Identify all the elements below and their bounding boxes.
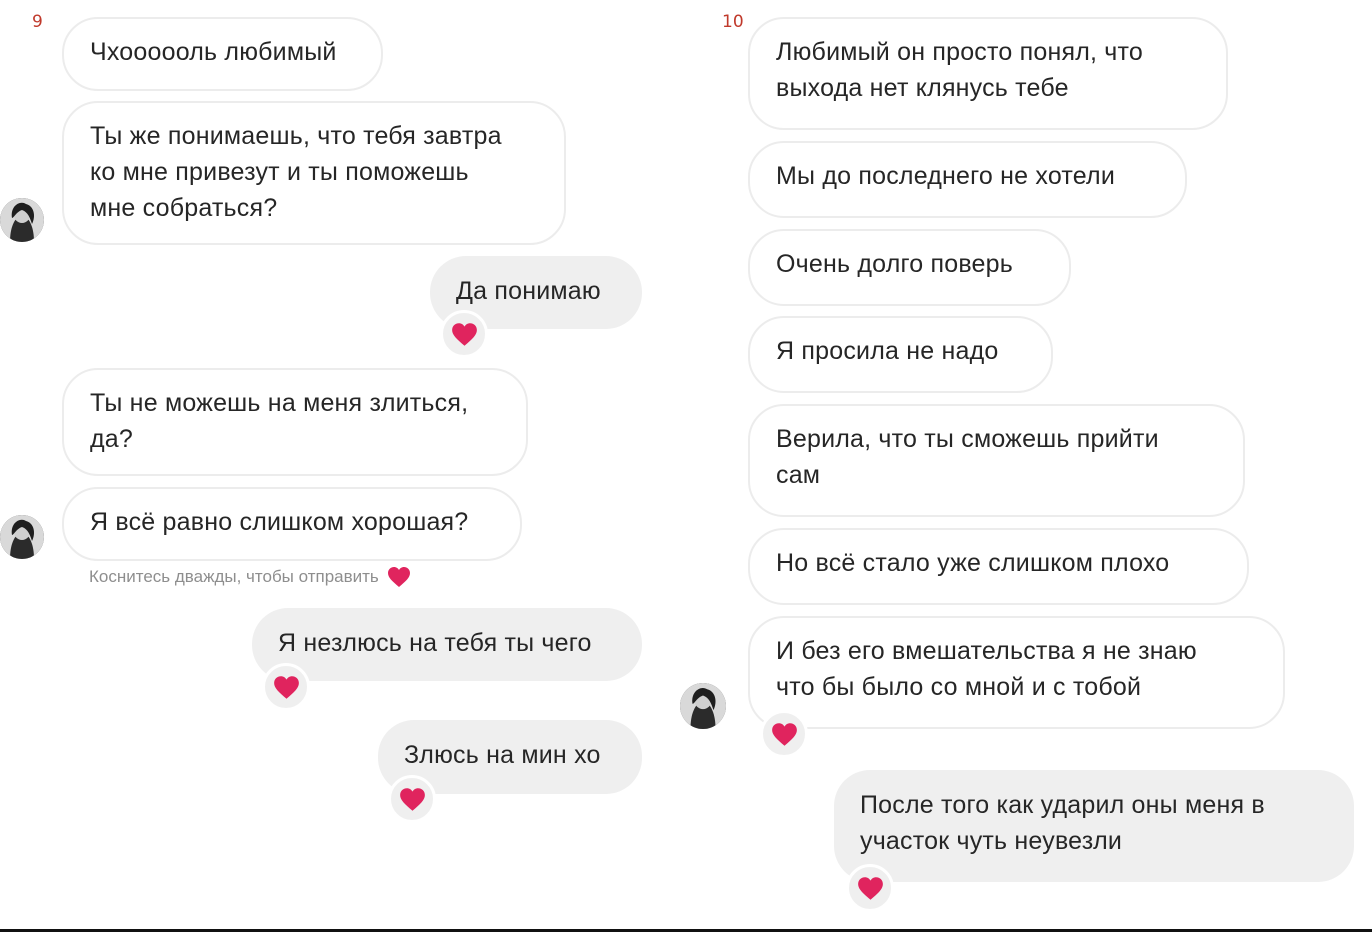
incoming-message[interactable]: Очень долго поверь — [748, 229, 1071, 306]
message-line: что бы было со мной и с тобой — [776, 673, 1142, 701]
message-line: После того как ударил оны меня в — [860, 791, 1265, 819]
message-text: Но всё стало уже слишком плохо — [776, 549, 1170, 577]
heart-icon — [771, 722, 797, 746]
avatar-image — [0, 515, 44, 559]
message-line: выхода нет клянусь тебе — [776, 74, 1069, 102]
reaction-badge[interactable] — [760, 710, 808, 758]
reaction-badge[interactable] — [846, 864, 894, 912]
incoming-message[interactable]: Ты же понимаешь, что тебя завтра ко мне … — [62, 101, 566, 245]
message-line: Верила, что ты сможешь прийти — [776, 425, 1159, 453]
contact-avatar[interactable] — [0, 198, 44, 242]
hint-text: Коснитесь дважды, чтобы отправить — [89, 567, 379, 586]
reaction-badge[interactable] — [262, 663, 310, 711]
avatar-image — [0, 198, 44, 242]
heart-icon — [451, 322, 477, 346]
message-text: Я просила не надо — [776, 337, 999, 365]
outgoing-message[interactable]: Я незлюсь на тебя ты чего — [252, 608, 642, 681]
avatar-image — [680, 683, 726, 729]
heart-icon — [273, 675, 299, 699]
message-text: Очень долго поверь — [776, 250, 1013, 278]
message-text: Да понимаю — [456, 277, 601, 305]
message-text: Чхоооооль любимый — [90, 38, 337, 66]
message-line: Любимый он просто понял, что — [776, 38, 1143, 66]
incoming-message[interactable]: И без его вмешательства я не знаю что бы… — [748, 616, 1285, 729]
reaction-badge[interactable] — [440, 310, 488, 358]
message-line: сам — [776, 461, 821, 489]
incoming-message[interactable]: Чхоооооль любимый — [62, 17, 383, 91]
message-text: Я всё равно слишком хорошая? — [90, 508, 469, 536]
incoming-message[interactable]: Верила, что ты сможешь прийти сам — [748, 404, 1245, 517]
message-line: И без его вмешательства я не знаю — [776, 637, 1197, 665]
contact-avatar[interactable] — [0, 515, 44, 559]
message-line: да? — [90, 425, 133, 453]
message-line: мне собраться? — [90, 194, 278, 222]
double-tap-hint[interactable]: Коснитесь дважды, чтобы отправить — [89, 566, 411, 588]
message-line: участок чуть неувезли — [860, 827, 1123, 855]
incoming-message[interactable]: Я просила не надо — [748, 316, 1053, 393]
heart-icon — [399, 787, 425, 811]
page-number: 9 — [32, 12, 43, 32]
incoming-message[interactable]: Я всё равно слишком хорошая? — [62, 487, 522, 561]
incoming-message[interactable]: Ты не можешь на меня злиться, да? — [62, 368, 528, 476]
message-text: Злюсь на мин хо — [404, 741, 601, 769]
heart-icon — [857, 876, 883, 900]
message-line: Ты не можешь на меня злиться, — [90, 389, 469, 417]
incoming-message[interactable]: Любимый он просто понял, что выхода нет … — [748, 17, 1228, 130]
bottom-divider — [0, 929, 1372, 932]
incoming-message[interactable]: Мы до последнего не хотели — [748, 141, 1187, 218]
message-text: Мы до последнего не хотели — [776, 162, 1116, 190]
outgoing-message[interactable]: После того как ударил оны меня в участок… — [834, 770, 1354, 882]
reaction-badge[interactable] — [388, 775, 436, 823]
heart-icon — [387, 567, 410, 587]
page-number: 10 — [722, 12, 744, 32]
incoming-message[interactable]: Но всё стало уже слишком плохо — [748, 528, 1249, 605]
message-line: ко мне привезут и ты поможешь — [90, 158, 469, 186]
contact-avatar[interactable] — [680, 683, 726, 729]
message-text: Я незлюсь на тебя ты чего — [278, 629, 592, 657]
message-line: Ты же понимаешь, что тебя завтра — [90, 122, 502, 150]
